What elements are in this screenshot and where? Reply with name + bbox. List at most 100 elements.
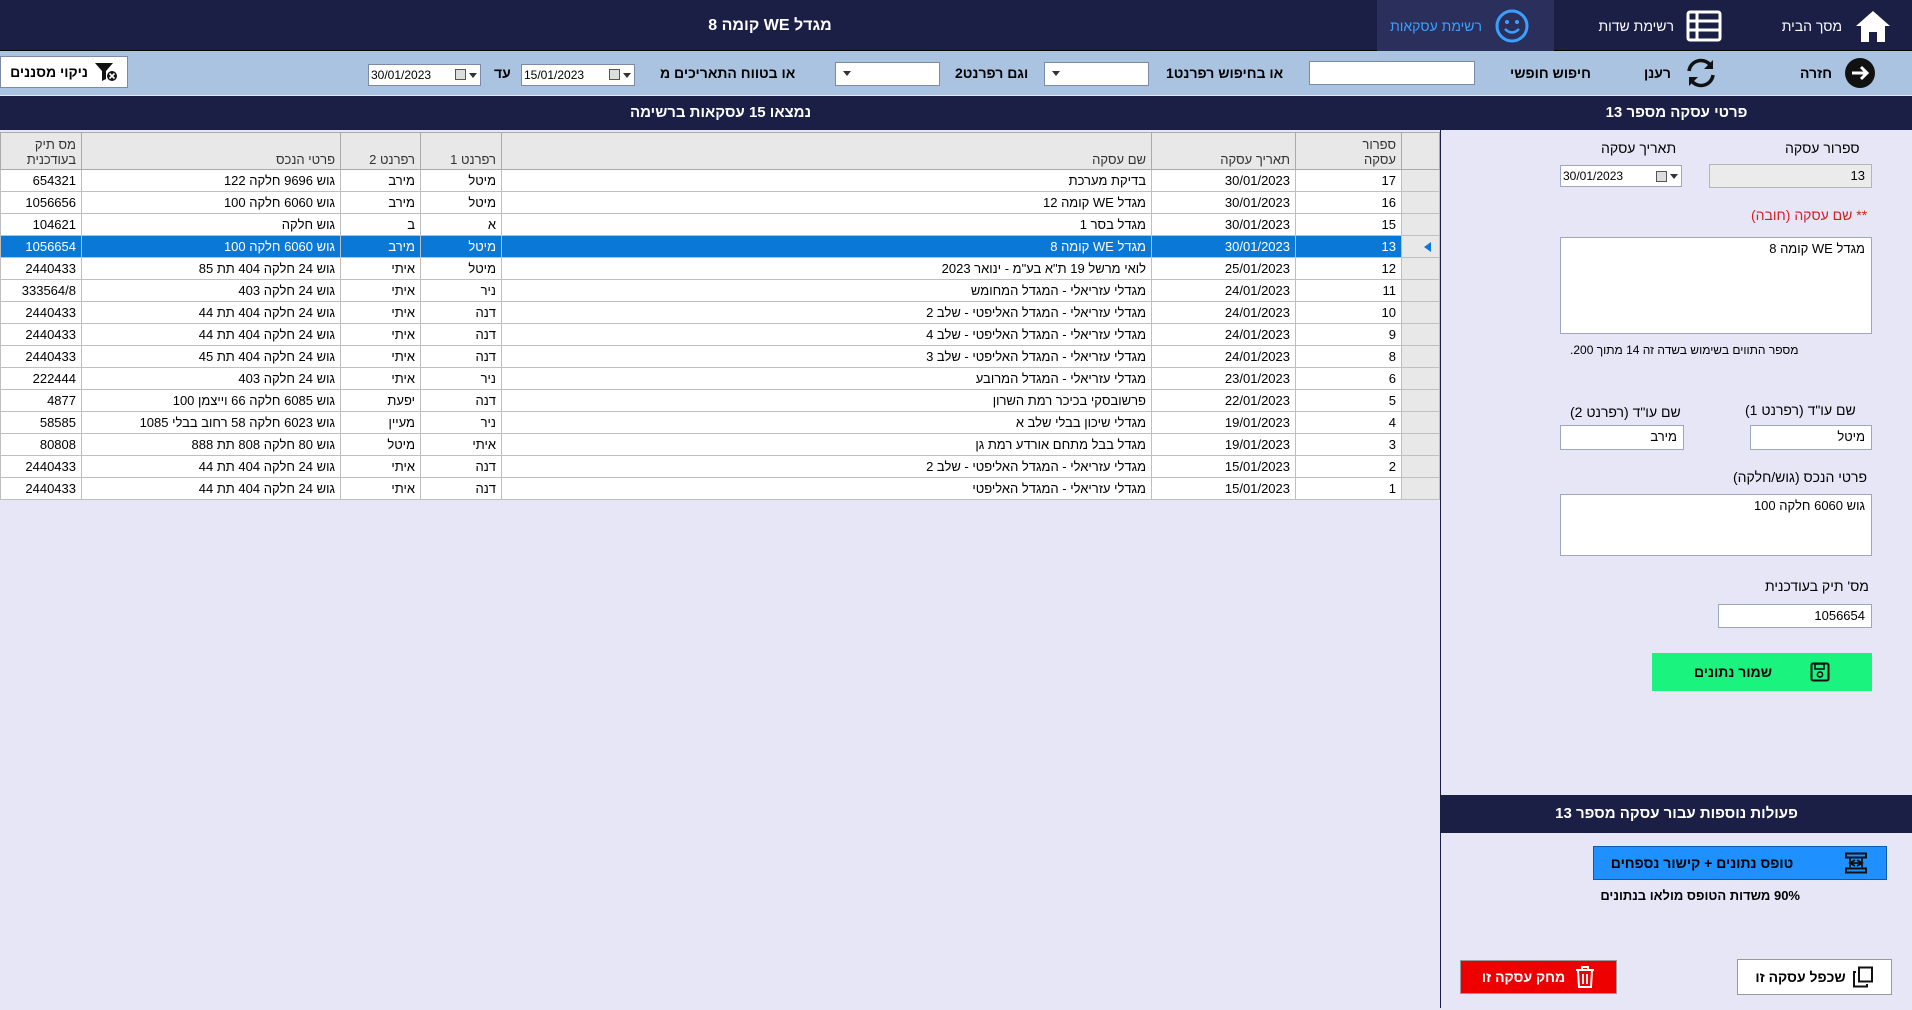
col-header-ref1[interactable]: רפרנט 1: [420, 132, 502, 170]
cell-asset[interactable]: גוש 24 חלקה 403: [81, 367, 341, 390]
row-selector[interactable]: [1401, 367, 1440, 390]
cell-file[interactable]: 2440433: [0, 477, 82, 500]
date-to-input[interactable]: 30/01/2023: [368, 64, 481, 86]
cell-asset[interactable]: גוש 24 חלקה 404 תת 44: [81, 455, 341, 478]
col-header-asset[interactable]: פרטי הנכס: [81, 132, 341, 170]
duplicate-deal-button[interactable]: שכפל עסקה זו: [1737, 959, 1892, 995]
cell-asset[interactable]: גוש חלקה: [81, 213, 341, 236]
row-selector[interactable]: [1401, 169, 1440, 192]
cell-name[interactable]: מגדלי עזריאלי - המגדל המחומש: [501, 279, 1152, 302]
ref2-select[interactable]: [835, 62, 940, 86]
cell-ref2[interactable]: איתי: [340, 455, 421, 478]
row-selector[interactable]: [1401, 191, 1440, 214]
cell-file[interactable]: 80808: [0, 433, 82, 456]
cell-ref1[interactable]: איתי: [420, 433, 502, 456]
cell-name[interactable]: מגדלי עזריאלי - המגדל האליפטי - שלב 4: [501, 323, 1152, 346]
table-row[interactable]: 2440433 גוש 24 חלקה 404 תת 44 איתי דנה מגדלי…: [0, 477, 1440, 500]
table-row[interactable]: 2440433 גוש 24 חלקה 404 תת 45 איתי דנה מגדלי…: [0, 345, 1440, 368]
cell-name[interactable]: מגדלי עזריאלי - המגדל האליפטי - שלב 3: [501, 345, 1152, 368]
row-selector[interactable]: [1401, 279, 1440, 302]
cell-file[interactable]: 58585: [0, 411, 82, 434]
cell-file[interactable]: 104621: [0, 213, 82, 236]
col-header-file[interactable]: מס תיק בעודכנית: [0, 132, 82, 170]
cell-date[interactable]: 19/01/2023: [1151, 433, 1296, 456]
cell-num[interactable]: 4: [1295, 411, 1402, 434]
row-selector[interactable]: [1401, 433, 1440, 456]
nav-home[interactable]: מסך הבית: [1760, 0, 1892, 51]
table-row[interactable]: 1056656 גוש 6060 חלקה 100 מירב מיטל מגדל WE …: [0, 191, 1440, 214]
cell-ref1[interactable]: מיטל: [420, 235, 502, 258]
row-selector[interactable]: [1401, 477, 1440, 500]
cell-num[interactable]: 13: [1295, 235, 1402, 258]
cell-ref1[interactable]: מיטל: [420, 169, 502, 192]
cell-date[interactable]: 24/01/2023: [1151, 323, 1296, 346]
refresh-button[interactable]: רענן: [1644, 51, 1774, 95]
table-row[interactable]: 333564/8 גוש 24 חלקה 403 איתי ניר מגדלי עזרי…: [0, 279, 1440, 302]
cell-ref2[interactable]: איתי: [340, 301, 421, 324]
cell-asset[interactable]: גוש 9696 חלקה 122: [81, 169, 341, 192]
cell-asset[interactable]: גוש 24 חלקה 404 תת 45: [81, 345, 341, 368]
cell-name[interactable]: בדיקת מערכת: [501, 169, 1152, 192]
table-row[interactable]: 80808 גוש 80 חלקה 808 תת 888 מיטל איתי מגדל …: [0, 433, 1440, 456]
save-button[interactable]: שמור נתונים: [1652, 653, 1872, 691]
cell-date[interactable]: 25/01/2023: [1151, 257, 1296, 280]
row-selector[interactable]: [1401, 389, 1440, 412]
cell-file[interactable]: 222444: [0, 367, 82, 390]
cell-date[interactable]: 30/01/2023: [1151, 191, 1296, 214]
cell-ref1[interactable]: דנה: [420, 455, 502, 478]
cell-name[interactable]: לואי מרשל 19 ת"א בע"מ - ינואר 2023: [501, 257, 1152, 280]
cell-date[interactable]: 24/01/2023: [1151, 345, 1296, 368]
table-row[interactable]: 222444 גוש 24 חלקה 403 איתי ניר מגדלי עזריאל…: [0, 367, 1440, 390]
cell-ref1[interactable]: ניר: [420, 367, 502, 390]
cell-asset[interactable]: גוש 24 חלקה 404 תת 85: [81, 257, 341, 280]
table-row[interactable]: 104621 גוש חלקה ב א מגדל בסר 1 30/01/2023 15: [0, 213, 1440, 236]
cell-asset[interactable]: גוש 80 חלקה 808 תת 888: [81, 433, 341, 456]
cell-file[interactable]: 2440433: [0, 345, 82, 368]
cell-file[interactable]: 1056656: [0, 191, 82, 214]
cell-name[interactable]: מגדלי עזריאלי - המגדל האליפטי - שלב 2: [501, 455, 1152, 478]
cell-ref1[interactable]: ניר: [420, 411, 502, 434]
nav-fields-list[interactable]: רשימת שדות: [1570, 0, 1722, 51]
cell-ref1[interactable]: דנה: [420, 345, 502, 368]
cell-date[interactable]: 24/01/2023: [1151, 301, 1296, 324]
cell-date[interactable]: 30/01/2023: [1151, 169, 1296, 192]
cell-ref2[interactable]: איתי: [340, 477, 421, 500]
cell-ref2[interactable]: איתי: [340, 367, 421, 390]
asset-field[interactable]: גוש 6060 חלקה 100: [1560, 494, 1872, 556]
row-selector[interactable]: [1401, 323, 1440, 346]
delete-deal-button[interactable]: מחק עסקה זו: [1460, 960, 1617, 994]
cell-asset[interactable]: גוש 24 חלקה 403: [81, 279, 341, 302]
table-row[interactable]: 4877 גוש 6085 חלקה 66 וייצמן 100 יפעת דנה פר…: [0, 389, 1440, 412]
cell-file[interactable]: 2440433: [0, 323, 82, 346]
cell-name[interactable]: מגדלי עזריאלי - המגדל המרובע: [501, 367, 1152, 390]
deal-num-field[interactable]: 13: [1709, 164, 1872, 188]
cell-num[interactable]: 9: [1295, 323, 1402, 346]
cell-name[interactable]: מגדלי שיכון בבלי שלב א: [501, 411, 1152, 434]
row-selector[interactable]: [1401, 345, 1440, 368]
cell-ref1[interactable]: א: [420, 213, 502, 236]
cell-date[interactable]: 30/01/2023: [1151, 235, 1296, 258]
cell-file[interactable]: 333564/8: [0, 279, 82, 302]
deal-name-field[interactable]: מגדל WE קומה 8: [1560, 237, 1872, 334]
row-selector[interactable]: [1401, 301, 1440, 324]
cell-ref2[interactable]: איתי: [340, 345, 421, 368]
ref1-select[interactable]: [1044, 62, 1149, 86]
cell-name[interactable]: מגדלי עזריאלי - המגדל האליפטי: [501, 477, 1152, 500]
col-header-num[interactable]: ספרור עסקה: [1295, 132, 1402, 170]
cell-ref2[interactable]: מעיין: [340, 411, 421, 434]
row-selector[interactable]: [1401, 455, 1440, 478]
table-row[interactable]: 2440433 גוש 24 חלקה 404 תת 44 איתי דנה מגדלי…: [0, 455, 1440, 478]
cell-ref2[interactable]: איתי: [340, 323, 421, 346]
cell-ref2[interactable]: מירב: [340, 235, 421, 258]
cell-name[interactable]: מגדל WE קומה 12: [501, 191, 1152, 214]
cell-num[interactable]: 5: [1295, 389, 1402, 412]
row-selector[interactable]: [1401, 235, 1440, 258]
cell-ref1[interactable]: דנה: [420, 323, 502, 346]
table-row[interactable]: 2440433 גוש 24 חלקה 404 תת 44 איתי דנה מגדלי…: [0, 323, 1440, 346]
cell-ref2[interactable]: מיטל: [340, 433, 421, 456]
cell-num[interactable]: 3: [1295, 433, 1402, 456]
cell-asset[interactable]: גוש 6085 חלקה 66 וייצמן 100: [81, 389, 341, 412]
cell-file[interactable]: 2440433: [0, 257, 82, 280]
nav-deals-list[interactable]: רשימת עסקאות: [1377, 0, 1554, 51]
cell-file[interactable]: 2440433: [0, 455, 82, 478]
